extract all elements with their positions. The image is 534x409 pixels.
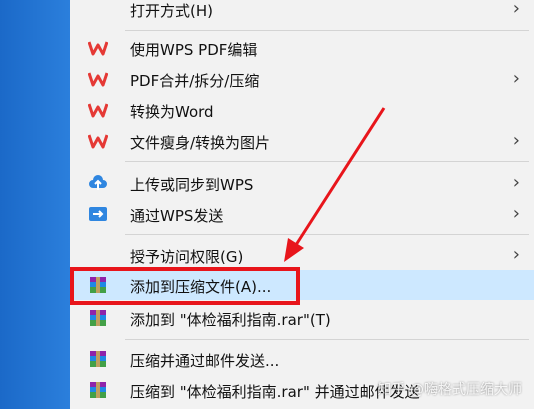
menu-item-label: PDF合并/拆分/压缩: [130, 72, 260, 90]
watermark: 知乎 @嗨格式压缩大师: [377, 382, 522, 398]
menu-item-slim-convert-image[interactable]: 文件瘦身/转换为图片 ›: [70, 126, 534, 156]
chevron-right-icon: ›: [512, 0, 520, 19]
menu-item-add-to-rar[interactable]: 添加到 "体检福利指南.rar"(T): [70, 303, 534, 333]
winrar-icon: [88, 381, 108, 399]
menu-item-compress-email[interactable]: 压缩并通过邮件发送...: [70, 344, 534, 374]
background-window-strip: [0, 0, 70, 409]
wps-icon: [88, 70, 108, 88]
annotation-highlight-box: [70, 267, 300, 305]
menu-item-grant-access[interactable]: 授予访问权限(G) ›: [70, 240, 534, 270]
menu-item-label: 使用WPS PDF编辑: [130, 41, 258, 59]
menu-item-label: 压缩到 "体检福利指南.rar" 并通过邮件发送: [130, 383, 420, 401]
menu-item-label: 压缩并通过邮件发送...: [130, 352, 280, 370]
menu-item-label: 上传或同步到WPS: [130, 176, 254, 194]
wps-icon: [88, 132, 108, 150]
chevron-right-icon: ›: [512, 244, 520, 265]
wps-icon: [88, 101, 108, 119]
menu-item-pdf-merge-split[interactable]: PDF合并/拆分/压缩 ›: [70, 64, 534, 94]
menu-item-label: 授予访问权限(G): [130, 248, 244, 266]
cloud-upload-icon: [88, 174, 108, 192]
menu-item-convert-word[interactable]: 转换为Word: [70, 95, 534, 125]
send-icon: [88, 205, 108, 223]
menu-item-label: 转换为Word: [130, 103, 214, 121]
menu-separator: [125, 339, 529, 340]
menu-item-send-via-wps[interactable]: 通过WPS发送 ›: [70, 199, 534, 229]
chevron-right-icon: ›: [512, 172, 520, 193]
menu-item-label: 通过WPS发送: [130, 207, 224, 225]
wps-icon: [88, 39, 108, 57]
menu-item-open-with[interactable]: 打开方式(H) ›: [70, 0, 534, 24]
menu-item-label: 文件瘦身/转换为图片: [130, 134, 271, 152]
chevron-right-icon: ›: [512, 203, 520, 224]
menu-item-label: 添加到 "体检福利指南.rar"(T): [130, 311, 331, 329]
menu-separator: [125, 30, 529, 31]
context-menu: 打开方式(H) › 使用WPS PDF编辑 PDF合并/拆分/压缩 › 转换为W…: [70, 0, 534, 409]
chevron-right-icon: ›: [512, 68, 520, 89]
chevron-right-icon: ›: [512, 130, 520, 151]
winrar-icon: [88, 309, 108, 327]
menu-item-wps-pdf-edit[interactable]: 使用WPS PDF编辑: [70, 33, 534, 63]
menu-item-upload-sync-wps[interactable]: 上传或同步到WPS ›: [70, 168, 534, 198]
menu-separator: [125, 161, 529, 162]
menu-item-label: 打开方式(H): [130, 2, 213, 20]
winrar-icon: [88, 350, 108, 368]
menu-separator: [125, 234, 529, 235]
